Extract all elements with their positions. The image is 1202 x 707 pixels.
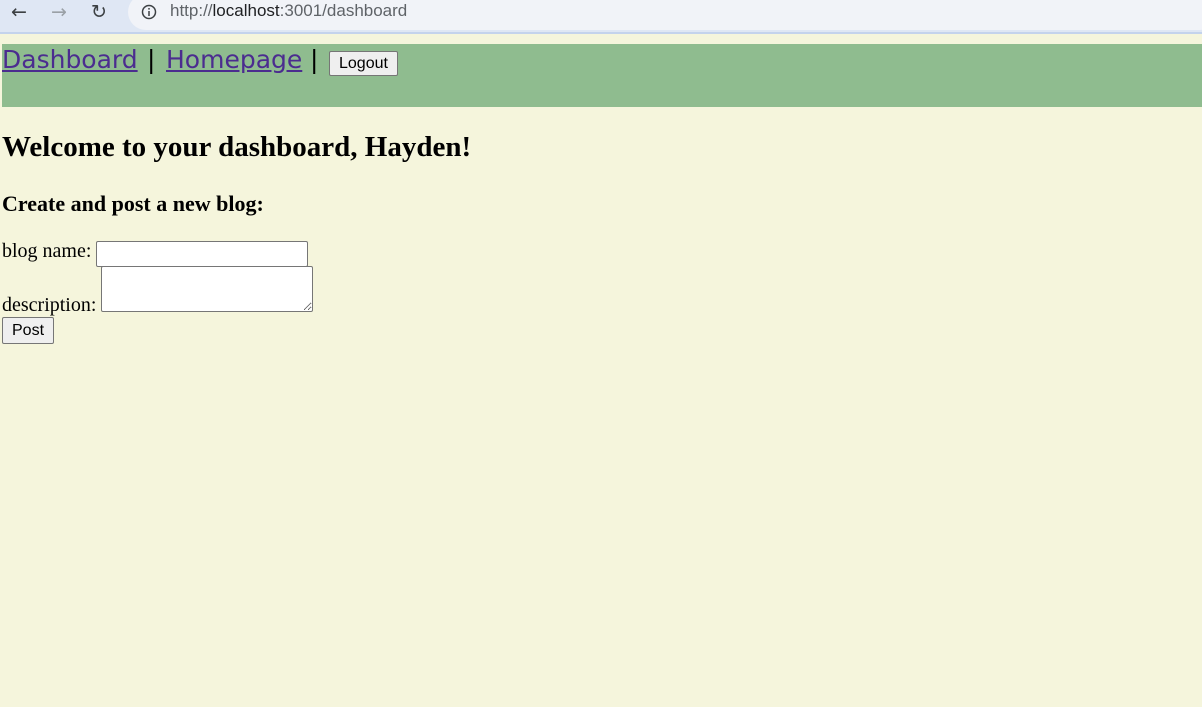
dashboard-link[interactable]: Dashboard <box>2 45 138 74</box>
form-heading: Create and post a new blog: <box>2 191 264 216</box>
nav-separator: | <box>310 45 319 74</box>
logout-button[interactable]: Logout <box>329 51 398 76</box>
blog-name-label: blog name: <box>2 240 92 262</box>
reload-icon[interactable]: ↻ <box>86 0 112 24</box>
site-header: Dashboard | Homepage | Logout <box>2 44 1202 107</box>
forward-arrow-icon[interactable]: → <box>46 0 72 24</box>
url-text[interactable]: http://localhost:3001/dashboard <box>170 1 407 21</box>
page-top-gap <box>0 34 1202 44</box>
homepage-link[interactable]: Homepage <box>166 45 302 74</box>
description-textarea[interactable] <box>101 266 313 312</box>
address-bar[interactable]: http://localhost:3001/dashboard <box>128 0 1202 30</box>
url-scheme: http:// <box>170 1 213 20</box>
info-icon[interactable] <box>141 4 157 20</box>
blog-name-input[interactable] <box>96 241 308 267</box>
post-button[interactable]: Post <box>2 317 55 344</box>
browser-toolbar: ← → ↻ http://localhost:3001/dashboard <box>0 0 1202 34</box>
nav-separator: | <box>147 45 156 74</box>
description-label: description: <box>2 294 97 316</box>
page-title: Welcome to your dashboard, Hayden! <box>2 131 472 163</box>
back-arrow-icon[interactable]: ← <box>6 0 32 24</box>
url-host: localhost <box>212 1 280 20</box>
url-path: :3001/dashboard <box>279 1 408 20</box>
